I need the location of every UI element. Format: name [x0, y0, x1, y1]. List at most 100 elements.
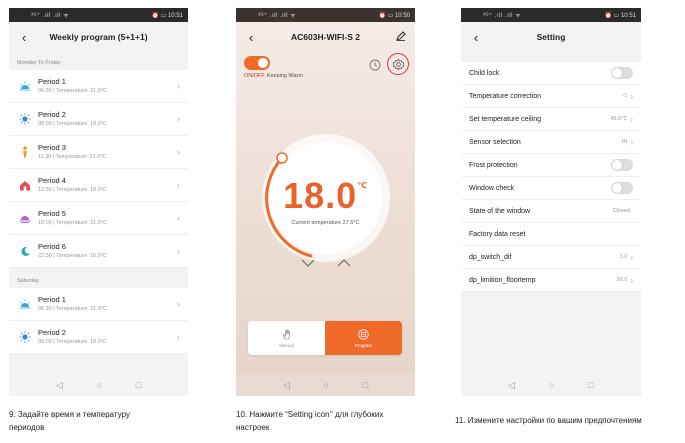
period-text: Period 3 11:30 | Temperature: 21.0°C — [38, 143, 177, 161]
sun-icon — [17, 111, 33, 127]
back-arrow-icon[interactable]: ‹ — [17, 30, 31, 45]
chevron-right-icon: › — [177, 332, 180, 342]
system-nav-bar: ◁ ○ □ — [461, 374, 641, 396]
period-name: Period 6 — [38, 242, 66, 251]
back-arrow-icon[interactable]: ‹ — [469, 30, 483, 45]
manual-mode-button[interactable]: Manual — [248, 321, 325, 355]
hand-icon — [282, 329, 290, 339]
settings-screen: ³ᴳ⁺ .ıll .ıll ᯤ ⏰ ▭ 10:51 ‹ Setting Chil… — [461, 8, 641, 396]
increase-chevron-icon[interactable] — [337, 254, 351, 272]
chevron-right-icon: › — [177, 147, 180, 157]
nav-recents-icon[interactable]: □ — [589, 380, 594, 390]
nav-home-icon[interactable]: ○ — [97, 380, 102, 390]
nav-home-icon[interactable]: ○ — [324, 380, 329, 390]
settings-gear-icon[interactable] — [387, 53, 409, 75]
decrease-chevron-icon[interactable] — [301, 254, 315, 272]
period-detail: 06:30 | Temperature: 21.0°C — [38, 88, 107, 94]
nav-back-icon[interactable]: ◁ — [56, 380, 63, 391]
caption-step-10-line1: 10. Нажмите “Setting icon’’ для глубоких — [236, 410, 384, 419]
list-item[interactable]: Period 3 11:30 | Temperature: 21.0°C › — [9, 136, 188, 169]
setting-row[interactable]: dp_limition_floortemp 50.0 › — [461, 269, 641, 292]
setting-row[interactable]: Temperature correction -1 › — [461, 85, 641, 108]
nav-recents-icon[interactable]: □ — [136, 380, 141, 390]
setting-value: -1 — [622, 93, 628, 99]
period-detail: 08:00 | Temperature: 18.0°C — [38, 339, 107, 345]
power-label: ON/OFF Keeping Warm — [244, 73, 303, 79]
caption-step-9: 9. Задайте время и температуру периодов — [9, 408, 130, 434]
list-item[interactable]: Period 4 12:30 | Temperature: 18.0°C › — [9, 169, 188, 202]
caption-step-9-line1: 9. Задайте время и температуру — [9, 410, 130, 419]
home-icon — [17, 177, 33, 193]
nav-back-icon[interactable]: ◁ — [508, 380, 515, 391]
list-item[interactable]: Period 1 06:30 | Temperature: 21.0°C › — [9, 70, 188, 103]
setting-value: 1.0 — [619, 254, 628, 260]
manual-mode-label: Manual — [279, 342, 294, 348]
setting-toggle[interactable] — [611, 159, 633, 171]
status-bar: ³ᴳ⁺ .ıll .ıll ᯤ ⏰ ▭ 10:51 — [9, 8, 188, 22]
top-bar: ‹ AC603H-WIFI-S 2 — [236, 22, 415, 52]
list-item[interactable]: Period 5 18:00 | Temperature: 21.0°C › — [9, 202, 188, 235]
chevron-right-icon: › — [630, 137, 633, 147]
chevron-right-icon: › — [177, 81, 180, 91]
chevron-right-icon: › — [177, 114, 180, 124]
section-label-weekday: Monday To Friday — [17, 60, 61, 66]
keeping-warm-text: Keeping Warm — [266, 73, 303, 79]
back-arrow-icon[interactable]: ‹ — [244, 30, 258, 45]
setting-toggle[interactable] — [611, 182, 633, 194]
edit-pencil-icon[interactable] — [396, 30, 406, 44]
nav-recents-icon[interactable]: □ — [363, 380, 368, 390]
onoff-text: ON/OFF — [244, 73, 265, 79]
setting-row[interactable]: State of the window Closed — [461, 200, 641, 223]
temperature-unit: ℃ — [357, 181, 368, 190]
timer-clock-icon[interactable] — [369, 58, 381, 76]
weekly-program-screen: ³ᴳ⁺ .ıll .ıll ᯤ ⏰ ▭ 10:51 ‹ Weekly progr… — [9, 8, 188, 396]
list-item[interactable]: Period 1 06:30 | Temperature: 21.0°C › — [9, 288, 188, 321]
status-signal: ³ᴳ⁺ .ıll .ıll ᯤ — [483, 13, 522, 19]
setting-value: Closed — [612, 208, 630, 214]
list-item[interactable]: Period 6 22:30 | Temperature: 16.0°C › — [9, 235, 188, 268]
setting-row[interactable]: Child lock — [461, 62, 641, 85]
page-title: Weekly program (5+1+1) — [49, 32, 148, 42]
setting-row[interactable]: dp_switch_dif 1.0 › — [461, 246, 641, 269]
set-temperature: 18.0℃ — [236, 175, 415, 217]
period-text: Period 2 08:00 | Temperature: 18.0°C — [38, 110, 177, 128]
caption-step-9-line2: периодов — [9, 423, 45, 432]
setting-value: 45.0℃ — [610, 116, 628, 122]
setting-row[interactable]: Factory data reset — [461, 223, 641, 246]
chevron-right-icon: › — [177, 246, 180, 256]
period-name: Period 1 — [38, 295, 66, 304]
nav-back-icon[interactable]: ◁ — [283, 380, 290, 391]
period-name: Period 4 — [38, 176, 66, 185]
setting-toggle[interactable] — [611, 67, 633, 79]
current-temperature: Current temperature 27.5°C — [291, 220, 360, 226]
setting-label: Set temperature ceiling — [469, 115, 541, 123]
setting-label: State of the window — [469, 207, 531, 215]
sunrise-icon — [17, 296, 33, 312]
thermostat-screen: ³ᴳ⁺ .ıll .ıll ᯤ ⏰ ▭ 10:50 ‹ AC603H-WIFI-… — [236, 8, 415, 396]
program-mode-button[interactable]: Program — [325, 321, 402, 355]
setting-row[interactable]: Sensor selection IN › — [461, 131, 641, 154]
sunset-icon — [17, 210, 33, 226]
setting-label: Factory data reset — [469, 230, 526, 238]
chevron-right-icon: › — [177, 299, 180, 309]
list-item[interactable]: Period 2 08:00 | Temperature: 18.0°C › — [9, 103, 188, 136]
period-text: Period 4 12:30 | Temperature: 18.0°C — [38, 176, 177, 194]
device-title: AC603H-WIFI-S 2 — [291, 32, 360, 42]
nav-home-icon[interactable]: ○ — [549, 380, 554, 390]
setting-row[interactable]: Window check — [461, 177, 641, 200]
setting-label: Sensor selection — [469, 138, 521, 146]
person-icon — [17, 144, 33, 160]
system-nav-bar: ◁ ○ □ — [236, 374, 415, 396]
period-name: Period 5 — [38, 209, 66, 218]
mode-selector: Manual Program — [248, 321, 402, 355]
period-detail: 06:30 | Temperature: 21.0°C — [38, 306, 107, 312]
status-clock: ⏰ ▭ 10:51 — [604, 12, 637, 19]
system-nav-bar: ◁ ○ □ — [9, 374, 188, 396]
chevron-right-icon: › — [177, 180, 180, 190]
period-text: Period 2 08:00 | Temperature: 18.0°C — [38, 328, 177, 346]
setting-row[interactable]: Frost protection — [461, 154, 641, 177]
period-text: Period 1 06:30 | Temperature: 21.0°C — [38, 295, 177, 313]
setting-row[interactable]: Set temperature ceiling 45.0℃ › — [461, 108, 641, 131]
power-toggle[interactable] — [244, 56, 270, 70]
list-item[interactable]: Period 2 08:00 | Temperature: 18.0°C › — [9, 321, 188, 354]
